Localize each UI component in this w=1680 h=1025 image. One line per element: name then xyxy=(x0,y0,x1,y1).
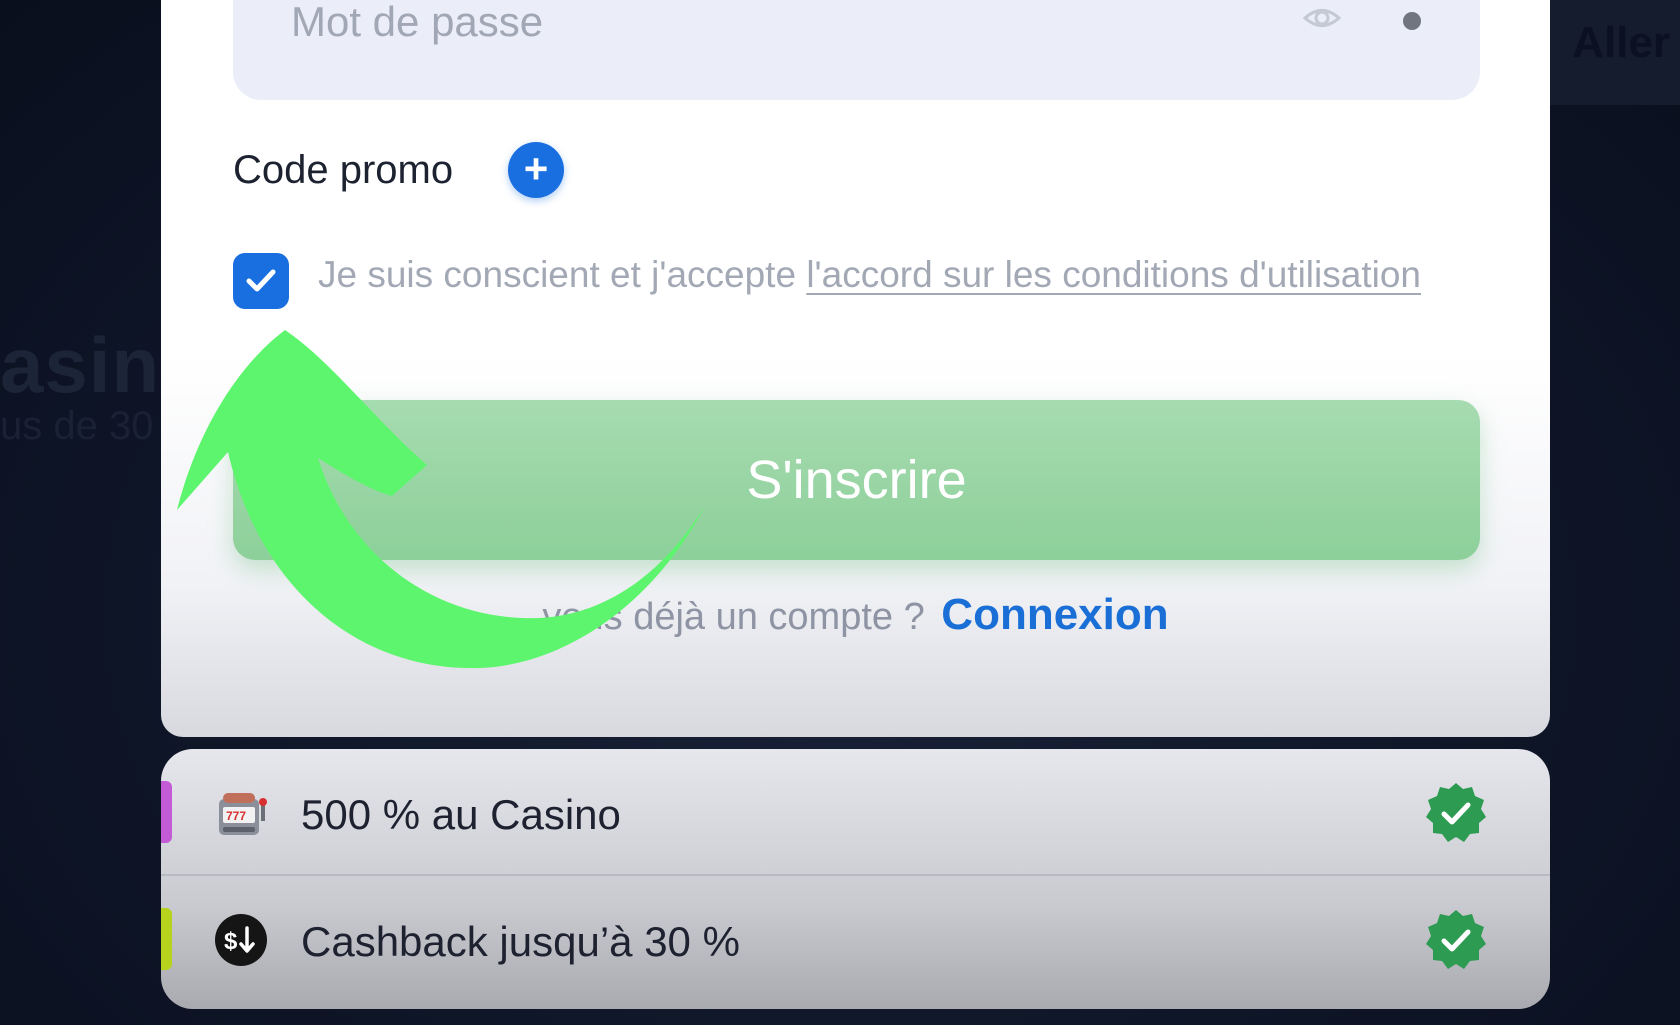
cashback-icon: $ xyxy=(215,914,267,966)
verified-check-icon xyxy=(1426,910,1486,969)
go-button-label[interactable]: Aller xyxy=(1572,18,1670,68)
svg-text:777: 777 xyxy=(226,809,246,823)
bonus-list: 777 500 % au Casino $ Cashback jusqu’à 3… xyxy=(161,749,1550,1009)
svg-text:$: $ xyxy=(224,928,238,955)
terms-prefix: Je suis conscient et j'accepte xyxy=(318,254,807,295)
status-dot-icon xyxy=(1403,12,1421,30)
bonus-label: Cashback jusqu’à 30 % xyxy=(301,918,740,965)
terms-text: Je suis conscient et j'accepte l'accord … xyxy=(318,252,1438,298)
checkmark-icon xyxy=(246,269,276,292)
login-prompt: vous déjà un compte ? xyxy=(542,596,925,638)
terms-checkbox[interactable] xyxy=(233,253,289,309)
promo-code-label: Code promo xyxy=(233,148,454,192)
bonus-label: 500 % au Casino xyxy=(301,791,621,838)
go-button-background[interactable]: Aller xyxy=(1530,0,1680,105)
eye-icon[interactable] xyxy=(1302,0,1342,38)
bonus-item-casino: 777 500 % au Casino xyxy=(161,749,1550,876)
bonus-accent xyxy=(161,908,172,970)
login-link[interactable]: Connexion xyxy=(941,590,1168,639)
slot-machine-icon: 777 xyxy=(219,793,267,835)
background-heading: asin xyxy=(0,321,161,409)
add-promo-code-button[interactable]: + xyxy=(508,142,564,198)
signup-form-card: Mot de passe Code promo + Je suis consci… xyxy=(161,0,1550,737)
password-field[interactable]: Mot de passe xyxy=(233,0,1480,100)
terms-link[interactable]: l'accord sur les conditions d'utilisatio… xyxy=(806,254,1421,295)
password-placeholder: Mot de passe xyxy=(291,0,544,45)
bonus-accent xyxy=(161,781,172,843)
background-subheading: us de 30 xyxy=(0,404,154,448)
verified-check-icon xyxy=(1426,783,1486,842)
signup-button[interactable]: S'inscrire xyxy=(233,400,1480,560)
login-prompt-row: vous déjà un compte ? Connexion xyxy=(161,590,1550,640)
bonus-item-cashback: $ Cashback jusqu’à 30 % xyxy=(161,876,1550,1001)
